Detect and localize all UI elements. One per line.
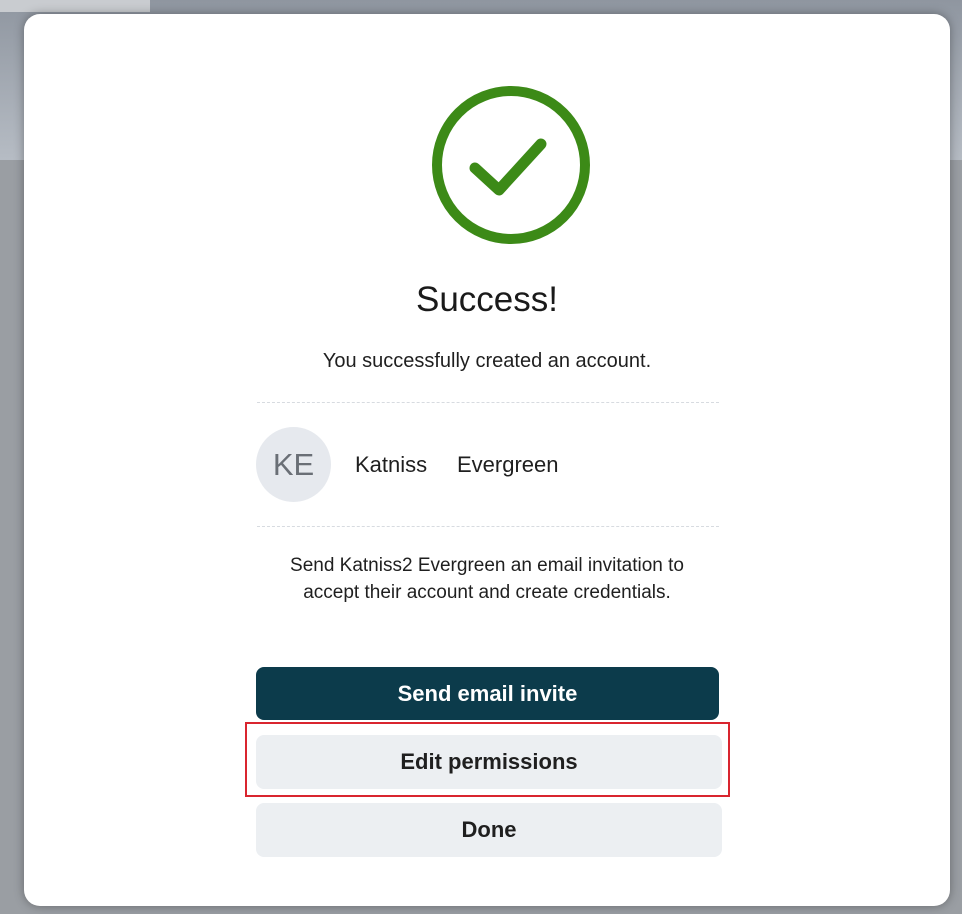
invite-description-line: accept their account and create credenti… xyxy=(303,582,671,603)
divider xyxy=(257,402,719,403)
avatar: KE xyxy=(256,427,331,502)
invite-description-line: Send Katniss2 Evergreen an email invitat… xyxy=(290,555,684,576)
edit-permissions-button[interactable]: Edit permissions xyxy=(256,735,722,789)
done-button[interactable]: Done xyxy=(256,803,722,857)
divider xyxy=(257,526,719,527)
invite-description: Send Katniss2 Evergreen an email invitat… xyxy=(0,552,962,606)
background-topbar xyxy=(0,0,150,12)
send-email-invite-button[interactable]: Send email invite xyxy=(256,667,719,720)
user-last-name: Evergreen xyxy=(457,452,559,477)
check-circle-icon xyxy=(432,86,590,244)
dialog-title: Success! xyxy=(416,280,558,319)
user-first-name: Katniss xyxy=(355,452,428,477)
dialog-message: You successfully created an account. xyxy=(322,350,652,372)
